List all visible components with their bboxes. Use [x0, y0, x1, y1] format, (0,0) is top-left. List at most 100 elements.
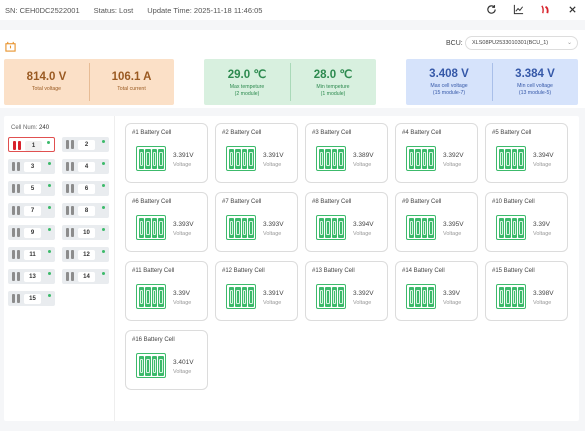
battery-cell-card[interactable]: #5 Battery Cell 3.394V Voltage: [485, 123, 568, 183]
cell-title: #1 Battery Cell: [132, 130, 172, 136]
power-card: 814.0 V Total voltage 106.1 A Total curr…: [4, 59, 174, 105]
battery-icon: [316, 284, 346, 309]
battery-cell-card[interactable]: #10 Battery Cell 3.39V Voltage: [485, 192, 568, 252]
battery-icon: [316, 146, 346, 171]
cell-voltage: 3.394V: [533, 152, 554, 159]
cell-title: #8 Battery Cell: [312, 199, 352, 205]
cell-title: #7 Battery Cell: [222, 199, 262, 205]
battery-icon: [496, 146, 526, 171]
module-number: 12: [78, 249, 95, 260]
top-bar: SN: CEH0DC2522001 Status: Lost Update Ti…: [0, 0, 585, 20]
update-time: Update Time: 2025-11-18 11:46:05: [147, 5, 263, 15]
battery-cell-card[interactable]: #12 Battery Cell 3.391V Voltage: [215, 261, 298, 321]
module-button-8[interactable]: 8: [62, 203, 109, 218]
module-button-14[interactable]: 14: [62, 269, 109, 284]
status-dot: [102, 184, 105, 187]
refresh-icon[interactable]: [485, 3, 498, 16]
battery-cell-card[interactable]: #16 Battery Cell 3.401V Voltage: [125, 330, 208, 390]
module-button-7[interactable]: 7: [8, 203, 55, 218]
bcu-label: BCU:: [446, 40, 463, 47]
cell-voltage-label: Voltage: [263, 300, 282, 306]
status-dot: [48, 294, 51, 297]
battery-cell-card[interactable]: #13 Battery Cell 3.392V Voltage: [305, 261, 388, 321]
module-button-9[interactable]: 9: [8, 225, 55, 240]
bcu-select[interactable]: XLS08PU2533010301(BCU_1) ⌄: [465, 36, 578, 50]
cell-voltage: 3.391V: [263, 152, 284, 159]
battery-icon: [226, 284, 256, 309]
max-cell-value: 3.408 V: [429, 68, 469, 80]
min-cell-label: Min cell voltage: [517, 83, 553, 89]
battery-icon: [406, 215, 436, 240]
cell-title: #16 Battery Cell: [132, 337, 175, 343]
cell-voltage: 3.401V: [173, 359, 194, 366]
min-temp-value: 28.0 ℃: [313, 69, 353, 81]
main-panel: Cell Num: 240 1 2 3 4 5 6 7 8 9 10 11 12 13 14 15 #1 B…: [4, 116, 579, 421]
module-number: 5: [24, 183, 41, 194]
battery-icon: [136, 284, 166, 309]
battery-icon: [496, 284, 526, 309]
total-voltage-value: 814.0 V: [26, 71, 67, 84]
status-dot: [48, 250, 51, 253]
battery-cell-card[interactable]: #14 Battery Cell 3.39V Voltage: [395, 261, 478, 321]
module-button-4[interactable]: 4: [62, 159, 109, 174]
module-icon: [12, 184, 20, 193]
flag-icon[interactable]: [539, 3, 552, 16]
min-cell-module: (13 module-5): [518, 89, 552, 96]
alert-icon[interactable]: [5, 39, 16, 52]
module-button-13[interactable]: 13: [8, 269, 55, 284]
max-temp-value: 29.0 ℃: [227, 69, 267, 81]
battery-icon: [406, 146, 436, 171]
cell-title: #2 Battery Cell: [222, 130, 262, 136]
battery-icon: [136, 353, 166, 378]
battery-cell-card[interactable]: #9 Battery Cell 3.395V Voltage: [395, 192, 478, 252]
module-button-3[interactable]: 3: [8, 159, 55, 174]
cell-voltage: 3.394V: [353, 221, 374, 228]
cell-voltage: 3.39V: [173, 290, 190, 297]
chevron-down-icon: ⌄: [566, 40, 572, 46]
module-icon: [13, 141, 21, 150]
module-button-1[interactable]: 1: [8, 137, 55, 152]
module-button-6[interactable]: 6: [62, 181, 109, 196]
cell-voltage: 3.391V: [263, 290, 284, 297]
max-temp-module: (2 module): [234, 90, 260, 97]
battery-cell-card[interactable]: #15 Battery Cell 3.398V Voltage: [485, 261, 568, 321]
module-number: 10: [78, 227, 95, 238]
module-icon: [12, 272, 20, 281]
module-button-11[interactable]: 11: [8, 247, 55, 262]
cell-voltage: 3.392V: [443, 152, 464, 159]
status-dot: [48, 184, 51, 187]
module-icon: [12, 228, 20, 237]
total-voltage-label: Total voltage: [31, 86, 62, 93]
cell-voltage: 3.393V: [173, 221, 194, 228]
module-number: 15: [24, 293, 41, 304]
module-number: 3: [24, 161, 41, 172]
close-icon[interactable]: [566, 3, 579, 16]
cell-title: #3 Battery Cell: [312, 130, 352, 136]
module-button-15[interactable]: 15: [8, 291, 55, 306]
battery-cell-card[interactable]: #7 Battery Cell 3.393V Voltage: [215, 192, 298, 252]
cell-title: #13 Battery Cell: [312, 268, 355, 274]
cell-title: #12 Battery Cell: [222, 268, 265, 274]
module-button-10[interactable]: 10: [62, 225, 109, 240]
battery-cell-card[interactable]: #4 Battery Cell 3.392V Voltage: [395, 123, 478, 183]
cell-voltage-label: Voltage: [173, 369, 192, 375]
battery-cell-card[interactable]: #11 Battery Cell 3.39V Voltage: [125, 261, 208, 321]
battery-cell-card[interactable]: #3 Battery Cell 3.389V Voltage: [305, 123, 388, 183]
module-button-5[interactable]: 5: [8, 181, 55, 196]
serial-number: SN: CEH0DC2522001: [5, 5, 80, 15]
battery-cell-card[interactable]: #2 Battery Cell 3.391V Voltage: [215, 123, 298, 183]
chart-icon[interactable]: [512, 3, 525, 16]
battery-cell-card[interactable]: #6 Battery Cell 3.393V Voltage: [125, 192, 208, 252]
battery-icon: [136, 146, 166, 171]
bcu-row: BCU: XLS08PU2533010301(BCU_1) ⌄: [0, 30, 585, 56]
cell-title: #4 Battery Cell: [402, 130, 442, 136]
cell-voltage-label: Voltage: [353, 231, 372, 237]
module-button-2[interactable]: 2: [62, 137, 109, 152]
battery-cell-card[interactable]: #1 Battery Cell 3.391V Voltage: [125, 123, 208, 183]
battery-cell-card[interactable]: #8 Battery Cell 3.394V Voltage: [305, 192, 388, 252]
status-dot: [47, 141, 50, 144]
module-button-12[interactable]: 12: [62, 247, 109, 262]
max-cell-module: (15 module-7): [432, 89, 466, 96]
temperature-card: 29.0 ℃ Max tempeture (2 module) 28.0 ℃ M…: [204, 59, 376, 105]
status-dot: [102, 228, 105, 231]
